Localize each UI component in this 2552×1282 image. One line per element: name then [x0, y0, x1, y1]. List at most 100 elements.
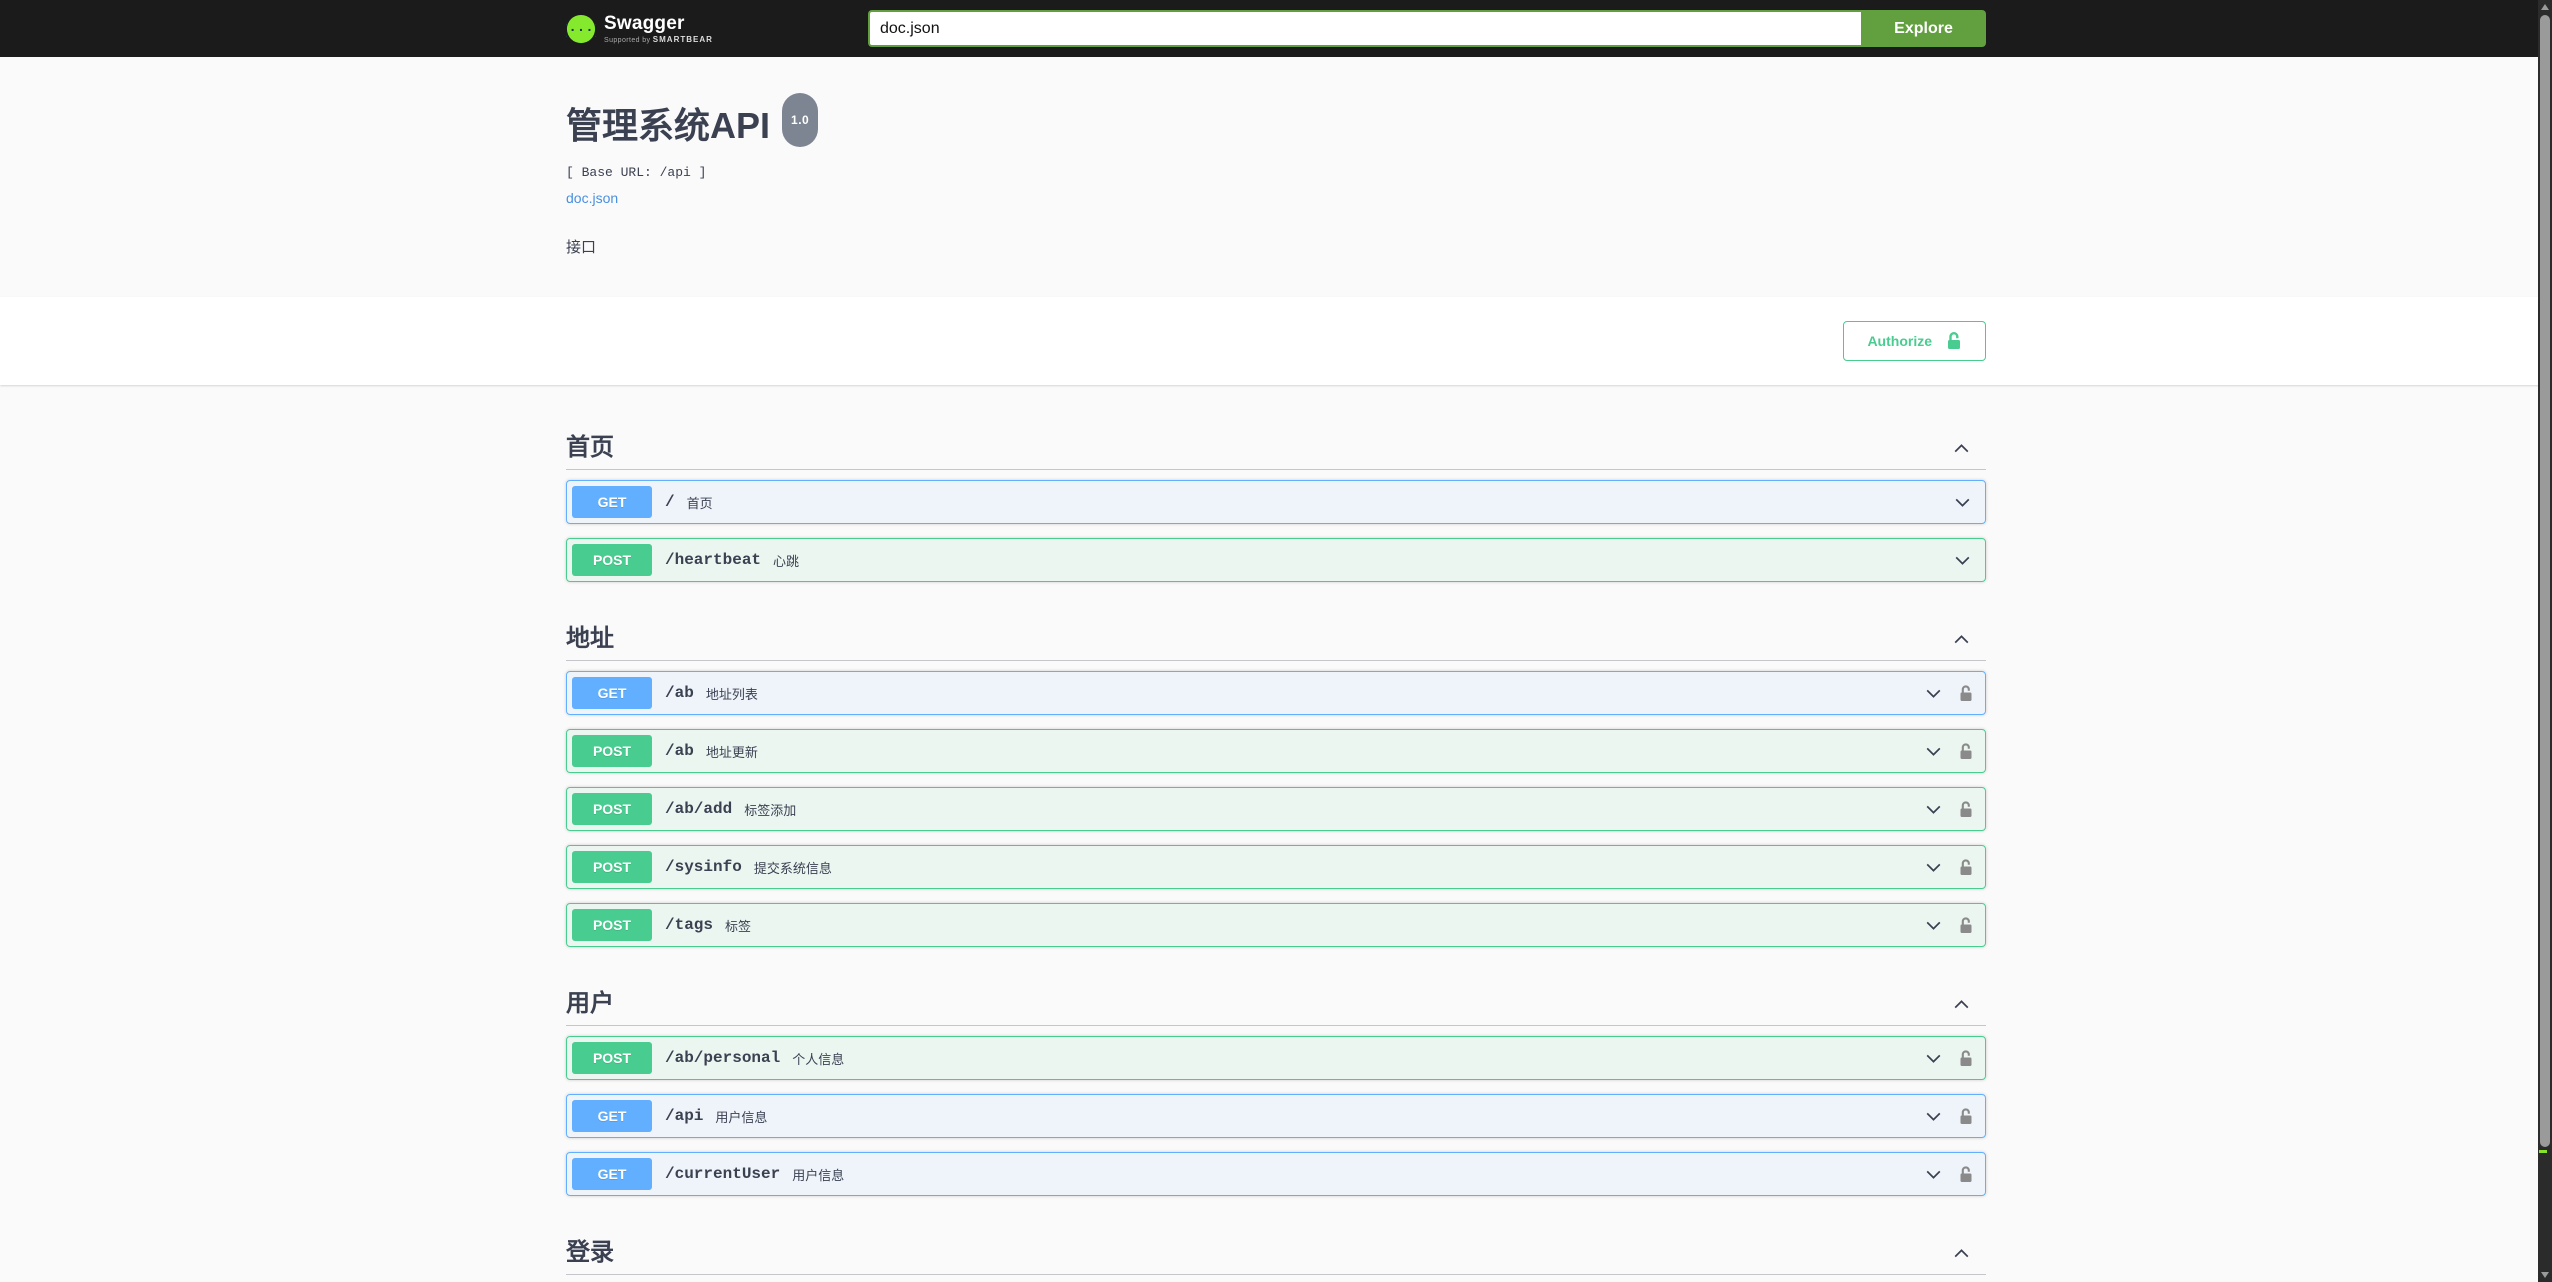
- method-badge: POST: [572, 909, 652, 941]
- chevron-up-icon: [1954, 634, 1969, 643]
- base-url: [ Base URL: /api ]: [566, 165, 707, 180]
- operation-row[interactable]: GET /currentUser 用户信息: [566, 1152, 1986, 1196]
- method-badge: POST: [572, 851, 652, 883]
- scrollbar-up-arrow[interactable]: [2541, 4, 2549, 10]
- operation-path: /currentUser: [665, 1165, 781, 1183]
- method-badge: POST: [572, 1042, 652, 1074]
- operation-summary: 用户信息: [792, 1168, 845, 1183]
- chevron-up-icon: [1954, 443, 1969, 452]
- operation-row[interactable]: GET /api 用户信息: [566, 1094, 1986, 1138]
- chevron-down-icon: [1926, 747, 1941, 756]
- method-badge: POST: [572, 793, 652, 825]
- chevron-up-icon: [1954, 999, 1969, 1008]
- lock-icon[interactable]: [1959, 684, 1973, 702]
- operation-path: /tags: [665, 916, 714, 934]
- operation-summary: 标签添加: [744, 803, 797, 818]
- chevron-down-icon: [1955, 498, 1970, 507]
- operation-summary: 心跳: [773, 554, 800, 569]
- lock-icon[interactable]: [1959, 742, 1973, 760]
- swagger-logo-icon: {···}: [566, 14, 596, 43]
- api-tag-section: 用户 POST /ab/personal 个人信息 GET /api 用户信息: [566, 961, 1986, 1196]
- operation-path: /ab/personal: [665, 1049, 781, 1067]
- operation-summary: 提交系统信息: [753, 861, 832, 876]
- chevron-down-icon: [1926, 805, 1941, 814]
- operation-path: /api: [665, 1107, 704, 1125]
- operation-row[interactable]: POST /ab/personal 个人信息: [566, 1036, 1986, 1080]
- lock-icon[interactable]: [1959, 858, 1973, 876]
- operation-row[interactable]: GET /ab 地址列表: [566, 671, 1986, 715]
- operation-row[interactable]: POST /ab 地址更新: [566, 729, 1986, 773]
- method-badge: POST: [572, 544, 652, 576]
- operation-path: /ab: [665, 742, 694, 760]
- chevron-down-icon: [1926, 689, 1941, 698]
- operation-row[interactable]: POST /heartbeat 心跳: [566, 538, 1986, 582]
- chevron-down-icon: [1926, 1054, 1941, 1063]
- svg-text:{···}: {···}: [566, 23, 596, 39]
- spec-url-input[interactable]: [868, 10, 1861, 47]
- lock-icon[interactable]: [1959, 1107, 1973, 1125]
- chevron-down-icon: [1926, 921, 1941, 930]
- chevron-down-icon: [1926, 1170, 1941, 1179]
- authorize-label: Authorize: [1867, 333, 1932, 349]
- operation-summary: 用户信息: [715, 1110, 768, 1125]
- section-header[interactable]: 用户: [566, 975, 1986, 1026]
- method-badge: GET: [572, 486, 652, 518]
- section-title: 用户: [566, 990, 614, 1017]
- explore-button[interactable]: Explore: [1861, 10, 1986, 47]
- api-info-section: 管理系统API 1.0 [ Base URL: /api ] doc.json 接…: [0, 57, 2552, 297]
- operations-list: 首页 GET / 首页 POST /heartbeat 心跳 地址 GET /a…: [566, 385, 1986, 1282]
- scrollbar-marker: [2539, 1150, 2547, 1153]
- chevron-down-icon: [1955, 556, 1970, 565]
- authorize-button[interactable]: Authorize: [1843, 321, 1986, 361]
- api-tag-section: 首页 GET / 首页 POST /heartbeat 心跳: [566, 405, 1986, 582]
- spec-url-form: Explore: [868, 10, 1986, 47]
- operation-summary: 个人信息: [792, 1052, 845, 1067]
- page-title: 管理系统API 1.0: [566, 93, 1986, 161]
- section-header[interactable]: 地址: [566, 610, 1986, 661]
- lock-icon[interactable]: [1959, 916, 1973, 934]
- swagger-logo: {···} Swagger Supported by SMARTBEAR: [566, 14, 713, 44]
- section-rows: GET / 首页 POST /heartbeat 心跳: [566, 480, 1986, 582]
- section-header[interactable]: 登录: [566, 1224, 1986, 1275]
- api-tag-section: 登录 POST /login 登录 POST /loginstatus 登录状态: [566, 1210, 1986, 1282]
- version-badge: 1.0: [782, 93, 819, 147]
- operation-row[interactable]: POST /ab/add 标签添加: [566, 787, 1986, 831]
- chevron-up-icon: [1954, 1248, 1969, 1257]
- scrollbar-thumb[interactable]: [2540, 15, 2550, 1147]
- smartbear-credit: Supported by SMARTBEAR: [604, 34, 713, 44]
- operation-path: /ab: [665, 684, 694, 702]
- vertical-scrollbar[interactable]: [2538, 0, 2552, 1282]
- method-badge: POST: [572, 735, 652, 767]
- operation-summary: 地址列表: [705, 687, 758, 702]
- section-rows: GET /ab 地址列表 POST /ab 地址更新 POST /ab/add …: [566, 671, 1986, 947]
- api-description: 接口: [566, 239, 597, 256]
- operation-row[interactable]: POST /sysinfo 提交系统信息: [566, 845, 1986, 889]
- section-title: 地址: [566, 625, 614, 652]
- lock-icon[interactable]: [1959, 1049, 1973, 1067]
- chevron-down-icon: [1926, 863, 1941, 872]
- method-badge: GET: [572, 677, 652, 709]
- operation-path: /heartbeat: [665, 551, 762, 569]
- operation-row[interactable]: GET / 首页: [566, 480, 1986, 524]
- section-title: 首页: [566, 434, 614, 461]
- lock-icon[interactable]: [1959, 800, 1973, 818]
- method-badge: GET: [572, 1158, 652, 1190]
- topbar: {···} Swagger Supported by SMARTBEAR Exp…: [0, 0, 2552, 57]
- operation-summary: 地址更新: [705, 745, 758, 760]
- api-tag-section: 地址 GET /ab 地址列表 POST /ab 地址更新 POST /ab/a…: [566, 596, 1986, 947]
- scheme-container: Authorize: [0, 297, 2552, 385]
- section-rows: POST /ab/personal 个人信息 GET /api 用户信息 GET…: [566, 1036, 1986, 1196]
- operation-row[interactable]: POST /tags 标签: [566, 903, 1986, 947]
- method-badge: GET: [572, 1100, 652, 1132]
- scrollbar-down-arrow[interactable]: [2541, 1272, 2549, 1278]
- operation-summary: 首页: [686, 496, 713, 511]
- unlock-icon: [1948, 332, 1960, 349]
- operation-summary: 标签: [725, 919, 752, 934]
- operation-path: /: [665, 493, 675, 511]
- operation-path: /ab/add: [665, 800, 733, 818]
- chevron-down-icon: [1926, 1112, 1941, 1121]
- operation-path: /sysinfo: [665, 858, 742, 876]
- lock-icon[interactable]: [1959, 1165, 1973, 1183]
- spec-link[interactable]: doc.json: [566, 190, 618, 206]
- section-header[interactable]: 首页: [566, 419, 1986, 470]
